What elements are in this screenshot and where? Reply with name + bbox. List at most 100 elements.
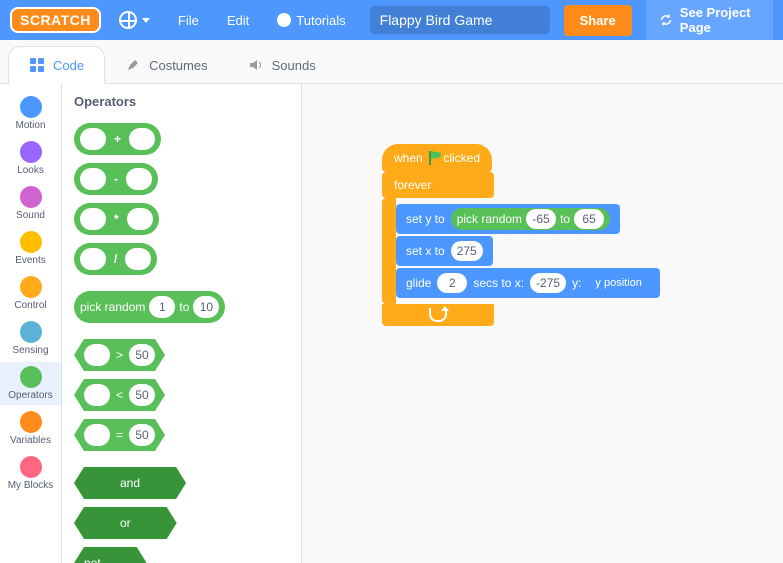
loop-arrow-icon xyxy=(429,308,447,322)
block-stack[interactable]: when clicked forever set y to pick rando… xyxy=(382,144,660,326)
tab-code[interactable]: Code xyxy=(8,46,105,84)
num-input[interactable]: 50 xyxy=(129,424,155,446)
see-project-label: See Project Page xyxy=(680,5,759,35)
operator-eq-block[interactable]: =50 xyxy=(74,419,165,451)
lightbulb-icon xyxy=(277,13,291,27)
language-menu[interactable] xyxy=(109,5,160,35)
speaker-icon xyxy=(248,57,264,73)
operator-gt-block[interactable]: >50 xyxy=(74,339,165,371)
operator-and-block[interactable]: and xyxy=(74,467,186,499)
file-menu[interactable]: File xyxy=(168,7,209,34)
share-button[interactable]: Share xyxy=(564,5,632,36)
category-events[interactable]: Events xyxy=(0,227,61,270)
edit-menu[interactable]: Edit xyxy=(217,7,259,34)
num-input[interactable]: 50 xyxy=(129,344,155,366)
num-input[interactable] xyxy=(125,248,151,270)
num-input[interactable] xyxy=(126,168,152,190)
num-input[interactable] xyxy=(84,344,110,366)
num-input[interactable] xyxy=(80,248,106,270)
category-dot-icon xyxy=(20,276,42,298)
operator-sub-block[interactable]: - xyxy=(74,163,158,195)
num-input[interactable]: 1 xyxy=(149,296,175,318)
see-project-page-button[interactable]: See Project Page xyxy=(646,0,773,43)
bool-input[interactable] xyxy=(84,514,114,532)
block-categories: Motion Looks Sound Events Control Sensing Oper… xyxy=(0,84,62,563)
category-label: Control xyxy=(14,300,46,311)
category-operators[interactable]: Operators xyxy=(0,362,61,405)
category-label: Motion xyxy=(15,120,45,131)
num-input[interactable] xyxy=(84,384,110,406)
category-label: Events xyxy=(15,255,46,266)
category-label: Sensing xyxy=(12,345,48,356)
bool-input[interactable] xyxy=(107,554,137,563)
category-control[interactable]: Control xyxy=(0,272,61,315)
operator-pick-random-block[interactable]: pick random1to10 xyxy=(74,291,225,323)
operator-add-block[interactable]: + xyxy=(74,123,161,155)
set-y-to-block[interactable]: set y to pick random -65 to 65 xyxy=(396,204,620,234)
operator-or-block[interactable]: or xyxy=(74,507,177,539)
num-input[interactable]: -65 xyxy=(526,209,556,229)
tab-costumes-label: Costumes xyxy=(149,58,208,73)
tab-sounds-label: Sounds xyxy=(272,58,316,73)
num-input[interactable]: 50 xyxy=(129,384,155,406)
bool-input[interactable] xyxy=(84,474,114,492)
operator-lt-block[interactable]: <50 xyxy=(74,379,165,411)
category-label: My Blocks xyxy=(8,480,54,491)
editor-tabs: Code Costumes Sounds xyxy=(0,40,783,84)
category-label: Operators xyxy=(8,390,52,401)
operator-mul-block[interactable]: * xyxy=(74,203,159,235)
code-icon xyxy=(29,57,45,73)
category-dot-icon xyxy=(20,96,42,118)
set-x-to-block[interactable]: set x to 275 xyxy=(396,236,493,266)
num-input[interactable]: 275 xyxy=(451,241,483,261)
chevron-down-icon xyxy=(142,18,150,23)
refresh-icon xyxy=(660,12,672,28)
category-dot-icon xyxy=(20,321,42,343)
category-sound[interactable]: Sound xyxy=(0,182,61,225)
tutorials-label: Tutorials xyxy=(296,13,345,28)
scratch-logo[interactable]: SCRATCH xyxy=(10,7,101,33)
num-input[interactable] xyxy=(129,128,155,150)
script-canvas[interactable]: when clicked forever set y to pick rando… xyxy=(302,84,783,563)
category-motion[interactable]: Motion xyxy=(0,92,61,135)
workspace: Motion Looks Sound Events Control Sensing Oper… xyxy=(0,84,783,563)
category-dot-icon xyxy=(20,366,42,388)
forever-block-side xyxy=(382,198,396,304)
num-input[interactable] xyxy=(80,128,106,150)
category-variables[interactable]: Variables xyxy=(0,407,61,450)
project-title-input[interactable] xyxy=(370,6,550,34)
palette-heading: Operators xyxy=(74,94,289,109)
category-label: Sound xyxy=(16,210,45,221)
num-input[interactable] xyxy=(80,168,106,190)
num-input[interactable]: 65 xyxy=(574,209,604,229)
operator-div-block[interactable]: / xyxy=(74,243,157,275)
bool-input[interactable] xyxy=(146,474,176,492)
category-label: Looks xyxy=(17,165,44,176)
category-looks[interactable]: Looks xyxy=(0,137,61,180)
tab-sounds[interactable]: Sounds xyxy=(228,47,336,83)
forever-block[interactable]: forever xyxy=(382,172,494,198)
operator-not-block[interactable]: not xyxy=(74,547,147,563)
num-input[interactable]: 2 xyxy=(437,273,467,293)
num-input[interactable]: 10 xyxy=(193,296,219,318)
forever-block-bottom xyxy=(382,304,494,326)
tab-costumes[interactable]: Costumes xyxy=(105,47,228,83)
bool-input[interactable] xyxy=(137,514,167,532)
num-input[interactable]: -275 xyxy=(530,273,566,293)
y-position-reporter[interactable]: y position xyxy=(587,273,649,293)
glide-block[interactable]: glide 2 secs to x: -275 y: y position xyxy=(396,268,660,298)
category-label: Variables xyxy=(10,435,51,446)
num-input[interactable] xyxy=(80,208,106,230)
category-dot-icon xyxy=(20,231,42,253)
tutorials-button[interactable]: Tutorials xyxy=(267,7,355,34)
pick-random-block[interactable]: pick random -65 to 65 xyxy=(451,208,610,230)
category-sensing[interactable]: Sensing xyxy=(0,317,61,360)
tab-code-label: Code xyxy=(53,58,84,73)
when-flag-clicked-block[interactable]: when clicked xyxy=(382,144,492,172)
category-my-blocks[interactable]: My Blocks xyxy=(0,452,61,495)
category-dot-icon xyxy=(20,186,42,208)
num-input[interactable] xyxy=(84,424,110,446)
num-input[interactable] xyxy=(127,208,153,230)
category-dot-icon xyxy=(20,411,42,433)
menu-bar: SCRATCH File Edit Tutorials Share See Pr… xyxy=(0,0,783,40)
